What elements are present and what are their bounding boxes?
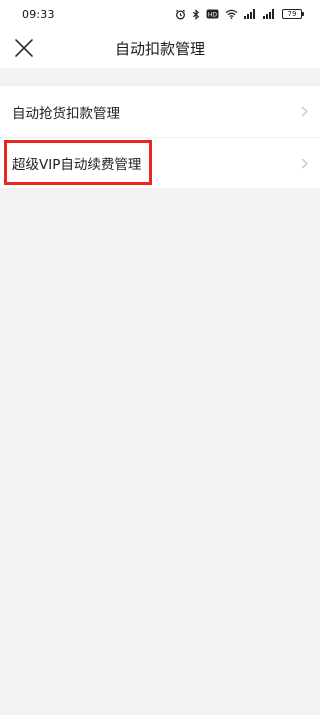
status-icons: HD 79	[175, 8, 304, 20]
signal-icon-1	[244, 9, 255, 19]
wifi-icon	[225, 9, 238, 19]
alarm-icon	[176, 9, 185, 19]
svg-text:HD: HD	[208, 11, 218, 18]
list-item-auto-purchase-deduction[interactable]: 自动抢货扣款管理	[0, 86, 320, 137]
battery-icon: 79	[282, 9, 304, 19]
chevron-right-icon	[301, 158, 308, 169]
signal-icon-2	[263, 9, 274, 19]
list-item-super-vip-auto-renewal[interactable]: 超级VIP自动续费管理	[0, 137, 320, 188]
chevron-right-icon	[301, 106, 308, 117]
list-item-label: 超级VIP自动续费管理	[12, 157, 142, 173]
status-time: 09:33	[22, 7, 55, 21]
page-title: 自动扣款管理	[114, 39, 205, 58]
nav-bar: 自动扣款管理	[0, 28, 320, 68]
bluetooth-icon	[192, 8, 200, 20]
battery-level: 79	[282, 9, 302, 19]
close-button[interactable]	[13, 37, 35, 59]
status-bar: 09:33 HD 79	[0, 0, 320, 28]
close-icon	[15, 39, 33, 57]
hd-icon: HD	[206, 9, 219, 19]
battery-tip	[302, 12, 304, 16]
settings-list: 自动抢货扣款管理 超级VIP自动续费管理	[0, 86, 320, 188]
list-item-label: 自动抢货扣款管理	[12, 105, 120, 122]
